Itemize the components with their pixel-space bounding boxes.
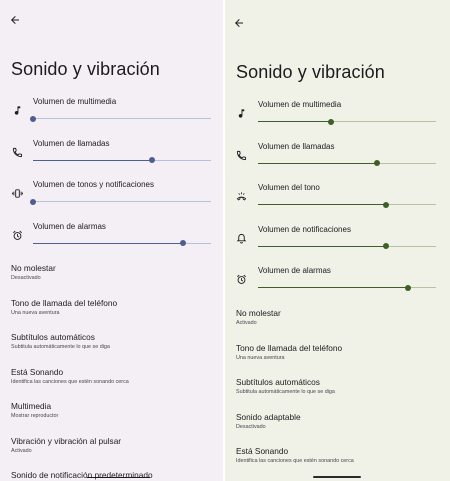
- volume-slider-thumb[interactable]: [30, 115, 36, 122]
- volume-slider-fill: [258, 287, 408, 288]
- setting-subtitle: Una nueva aventura: [236, 354, 285, 361]
- setting-title: Vibración y vibración al pulsar: [11, 435, 122, 446]
- setting-title: Tono de llamada del teléfono: [11, 297, 118, 308]
- ringtone-icon: [236, 191, 247, 202]
- volume-row-volumen-del-tono: Volumen del tono: [225, 183, 450, 223]
- volume-slider-fill: [33, 159, 153, 161]
- setting-title: Tono de llamada del teléfono: [236, 342, 343, 353]
- setting-subtitle: Identifica las canciones que estén sonan…: [11, 378, 129, 385]
- volume-row-volumen-de-llamadas: Volumen de llamadas: [0, 139, 223, 179]
- strikethrough-line: [87, 477, 150, 478]
- volume-row-volumen-de-alarmas: Volumen de alarmas: [225, 266, 450, 306]
- volume-label: Volumen de alarmas: [33, 221, 106, 231]
- setting-subtitle: Activado: [236, 320, 257, 326]
- setting-subtitulos-automaticos[interactable]: Subtítulos automáticos Subtitula automáti…: [0, 332, 223, 362]
- phone-icon: [236, 150, 247, 161]
- setting-subtitulos-automaticos[interactable]: Subtítulos automáticos Subtitula automáti…: [225, 377, 450, 407]
- volume-label: Volumen de multimedia: [258, 100, 342, 109]
- gesture-bar[interactable]: [313, 476, 361, 478]
- volume-slider-fill: [258, 204, 387, 205]
- volume-slider[interactable]: [258, 243, 436, 249]
- setting-title: No molestar: [236, 308, 281, 318]
- volume-slider[interactable]: [33, 157, 211, 163]
- left-screen: Sonido y vibración Volumen de multimedia…: [0, 0, 223, 481]
- volume-slider[interactable]: [258, 284, 436, 291]
- volume-slider[interactable]: [258, 160, 436, 166]
- vibration-icon: [12, 188, 23, 199]
- setting-title: Está Sonando: [236, 446, 289, 456]
- volume-label: Volumen de alarmas: [258, 266, 331, 275]
- volume-label: Volumen de llamadas: [33, 138, 110, 148]
- back-arrow-icon[interactable]: [9, 14, 21, 26]
- setting-subtitle: Desactivado: [11, 275, 41, 281]
- setting-title: Subtítulos automáticos: [11, 332, 95, 342]
- volume-slider-thumb[interactable]: [30, 198, 36, 205]
- alarm-clock-icon: [12, 230, 23, 241]
- setting-esta-sonando[interactable]: Está Sonando Identifica las canciones que…: [0, 367, 223, 397]
- setting-tono-de-llamada-del-telefono[interactable]: Tono de llamada del teléfono Una nueva av…: [225, 343, 450, 373]
- volume-slider-thumb[interactable]: [374, 160, 381, 166]
- page-title: Sonido y vibración: [11, 59, 160, 79]
- volume-slider[interactable]: [258, 201, 436, 208]
- setting-subtitle: Mostrar reproductor: [11, 413, 59, 419]
- volume-slider-thumb[interactable]: [327, 118, 334, 125]
- volume-slider-fill: [258, 245, 387, 247]
- volume-row-volumen-de-multimedia: Volumen de multimedia: [225, 100, 450, 140]
- volume-slider-thumb[interactable]: [404, 284, 411, 291]
- alarm-clock-icon: [236, 274, 247, 285]
- setting-no-molestar[interactable]: No molestar Desactivado: [0, 263, 223, 293]
- setting-subtitle: Subtitula automáticamente lo que se diga: [236, 389, 335, 395]
- volume-label: Volumen de llamadas: [258, 141, 335, 151]
- volume-label: Volumen del tono: [258, 183, 320, 192]
- setting-tono-de-llamada-del-telefono[interactable]: Tono de llamada del teléfono Una nueva av…: [0, 298, 223, 328]
- volume-slider[interactable]: [33, 240, 211, 246]
- volume-slider-thumb[interactable]: [383, 201, 390, 208]
- setting-subtitle: Desactivado: [236, 423, 266, 430]
- setting-title: Sonido adaptable: [236, 411, 301, 422]
- setting-title: Multimedia: [11, 401, 52, 411]
- volume-slider[interactable]: [258, 118, 436, 125]
- music-note-icon: [236, 108, 247, 119]
- setting-title: Subtítulos automáticos: [236, 377, 320, 387]
- setting-title: Sonido de notificación predeterminado: [11, 470, 153, 480]
- volume-slider[interactable]: [30, 198, 211, 205]
- setting-sonido-adaptable[interactable]: Sonido adaptable Desactivado: [225, 412, 450, 442]
- volume-slider[interactable]: [30, 115, 211, 122]
- setting-vibracion-y-vibracion-al-pulsar[interactable]: Vibración y vibración al pulsar Activado: [0, 436, 223, 466]
- setting-subtitle: Identifica las canciones que estén sonan…: [236, 458, 354, 464]
- setting-sonido-de-notificacion-predeterminado[interactable]: Sonido de notificación predeterminado: [0, 470, 223, 481]
- volume-label: Volumen de multimedia: [33, 97, 117, 106]
- volume-slider-fill: [33, 242, 183, 244]
- volume-label: Volumen de tonos y notificaciones: [33, 180, 154, 189]
- volume-slider-fill: [258, 162, 378, 164]
- bell-icon: [236, 233, 247, 244]
- right-screen: Sonido y vibración Volumen de multimedia…: [225, 0, 450, 481]
- setting-no-molestar[interactable]: No molestar Activado: [225, 308, 450, 338]
- volume-slider-fill: [258, 121, 331, 122]
- phone-icon: [12, 147, 23, 158]
- setting-esta-sonando[interactable]: Está Sonando Identifica las canciones que…: [225, 446, 450, 476]
- volume-label: Volumen de notificaciones: [258, 224, 351, 234]
- setting-title: No molestar: [11, 263, 56, 273]
- volume-row-volumen-de-alarmas: Volumen de alarmas: [0, 222, 223, 262]
- volume-slider-thumb[interactable]: [149, 157, 156, 163]
- music-note-icon: [12, 105, 23, 116]
- page-title: Sonido y vibración: [236, 62, 385, 82]
- back-arrow-icon[interactable]: [233, 17, 245, 29]
- setting-subtitle: Activado: [11, 447, 32, 454]
- volume-row-volumen-de-notificaciones: Volumen de notificaciones: [225, 225, 450, 265]
- setting-subtitle: Una nueva aventura: [11, 309, 60, 316]
- volume-slider-thumb[interactable]: [179, 240, 186, 246]
- volume-row-volumen-de-multimedia: Volumen de multimedia: [0, 97, 223, 137]
- volume-row-volumen-de-tonos-y-notificaciones: Volumen de tonos y notificaciones: [0, 180, 223, 220]
- setting-multimedia[interactable]: Multimedia Mostrar reproductor: [0, 401, 223, 431]
- setting-subtitle: Subtitula automáticamente lo que se diga: [11, 344, 110, 350]
- setting-title: Está Sonando: [11, 366, 64, 377]
- volume-slider-thumb[interactable]: [383, 243, 390, 249]
- volume-row-volumen-de-llamadas: Volumen de llamadas: [225, 142, 450, 182]
